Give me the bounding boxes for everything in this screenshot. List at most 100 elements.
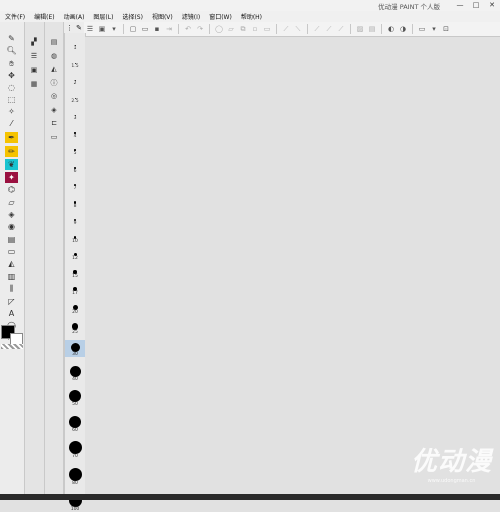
export-icon[interactable]: ⇥ [165, 24, 173, 34]
palette-icon[interactable]: ◑ [399, 24, 407, 34]
brush-size-item[interactable]: 15 [65, 267, 85, 279]
brush-size-item[interactable]: 2 [65, 74, 85, 86]
brush-size-item[interactable]: 25 [65, 320, 85, 335]
mode-icon[interactable]: ▣ [98, 24, 106, 34]
menu-view[interactable]: 视图(V) [147, 12, 177, 21]
gradient-fill-icon[interactable]: ▥ [5, 271, 18, 282]
airbrush-icon[interactable]: ✦ [5, 172, 18, 183]
brush-size-item[interactable]: 40 [65, 363, 85, 382]
brush-size-item[interactable]: 80 [65, 465, 85, 486]
brush-size-pen-icon[interactable]: ✎ [76, 24, 82, 32]
camera-icon[interactable]: ▭ [48, 132, 60, 142]
undo-icon[interactable]: ↶ [184, 24, 192, 34]
brush-size-item[interactable]: 20 [65, 302, 85, 315]
color-icon[interactable]: ◐ [387, 24, 395, 34]
frame-icon[interactable]: ⫼ [5, 283, 18, 294]
maximize-button[interactable]: □ [470, 1, 482, 9]
save-icon[interactable]: ▪ [153, 24, 161, 34]
settings-icon[interactable]: ⊡ [442, 24, 450, 34]
pen-icon[interactable]: ✒ [5, 132, 18, 143]
brush-tip-icon[interactable]: ▞ [28, 37, 40, 47]
pencil-icon[interactable]: ✏ [5, 146, 18, 157]
brush-size-item[interactable]: 7 [65, 179, 85, 191]
transparent-color[interactable] [1, 344, 23, 349]
transform-icon[interactable]: ⧉ [239, 24, 247, 34]
brush-size-item[interactable]: 3 [65, 109, 85, 121]
canvas-area[interactable]: 优动漫 www.udongman.cn [85, 37, 500, 494]
layer-mask-icon[interactable]: ▤ [48, 37, 60, 47]
move-icon[interactable]: ✥ [5, 70, 18, 81]
brush-size-item[interactable]: 12 [65, 249, 85, 261]
minimize-button[interactable]: — [454, 1, 466, 9]
eraser-icon[interactable]: ▱ [5, 197, 18, 208]
fill-icon[interactable]: ◉ [5, 221, 18, 232]
menu-filter[interactable]: 滤镜(I) [177, 12, 204, 21]
grid-icon[interactable]: ⟋ [313, 24, 321, 34]
frame-icon[interactable]: ▤ [368, 24, 376, 34]
close-button[interactable]: ✕ [486, 1, 498, 9]
layer-list-icon[interactable]: ☰ [28, 51, 40, 61]
stack-icon[interactable]: ◈ [48, 105, 60, 115]
brush-size-item[interactable]: 8 [65, 197, 85, 209]
eyedropper-icon[interactable]: ⁄ [5, 118, 18, 129]
ruler-icon[interactable]: ⟋ [282, 24, 290, 34]
magic-wand-icon[interactable]: ✧ [5, 106, 18, 117]
brush-size-item[interactable]: 17 [65, 284, 85, 296]
snap-icon[interactable]: ⟍ [294, 24, 302, 34]
brush-size-item[interactable]: 9 [65, 214, 85, 226]
menu-icon[interactable]: ☰ [86, 24, 94, 34]
grid-tool-icon[interactable]: ▦ [28, 79, 40, 89]
brush-size-item[interactable]: 70 [65, 438, 85, 459]
brush-size-item[interactable]: 1 [65, 39, 85, 51]
resize-icon[interactable]: ⊏ [48, 118, 60, 128]
menu-select[interactable]: 选择(S) [117, 12, 147, 21]
new-icon[interactable]: ▢ [129, 24, 137, 34]
redo-icon[interactable]: ↷ [196, 24, 204, 34]
pen-nib-icon[interactable]: ✎ [5, 33, 18, 44]
layer-icon[interactable]: ▨ [356, 24, 364, 34]
brush-size-item[interactable]: 50 [65, 387, 85, 407]
fill-tool-icon[interactable]: ◍ [48, 51, 60, 61]
brush-size-item[interactable]: 4 [65, 127, 85, 139]
toolbar-divider [178, 24, 179, 34]
brush-size-item[interactable]: 10 [65, 232, 85, 244]
crop-icon[interactable]: ▭ [263, 24, 271, 34]
perspective-icon[interactable]: ⟋ [337, 24, 345, 34]
menu-file[interactable]: 文件(F) [0, 12, 29, 21]
brush-size-item[interactable]: 2.5 [65, 92, 85, 104]
open-icon[interactable]: ▭ [141, 24, 149, 34]
blend-icon[interactable]: ◈ [5, 209, 18, 220]
hand-icon[interactable]: ✋︎ [5, 58, 18, 69]
text-icon[interactable]: A [5, 308, 18, 319]
menu-layer[interactable]: 图层(L) [88, 12, 117, 21]
fill-icon[interactable]: ▱ [227, 24, 235, 34]
brush-icon[interactable]: ❦ [5, 159, 18, 170]
decoration-icon[interactable]: ⌬ [5, 184, 18, 195]
info-icon[interactable]: ⓘ [48, 78, 60, 88]
screen-icon[interactable]: ▭ [418, 24, 426, 34]
figure-icon[interactable]: ◭ [48, 64, 60, 74]
layer-color-icon[interactable]: ◎ [48, 91, 60, 101]
menu-window[interactable]: 窗口(W) [204, 12, 236, 21]
clear-icon[interactable]: ◯ [215, 24, 223, 34]
marquee-icon[interactable]: ⬚ [5, 94, 18, 105]
screen-dropdown-icon[interactable]: ▾ [430, 24, 438, 34]
timeline-icon[interactable]: ⟋ [325, 24, 333, 34]
brush-size-item[interactable]: 5 [65, 144, 85, 156]
brush-size-item[interactable]: 6 [65, 162, 85, 174]
bucket-icon[interactable]: ◭ [5, 258, 18, 269]
lasso-icon[interactable]: ◌ [5, 82, 18, 93]
brush-size-item[interactable]: 1.5 [65, 57, 85, 69]
menu-edit[interactable]: 编辑(E) [29, 12, 58, 21]
menu-animation[interactable]: 动画(A) [59, 12, 89, 21]
ruler-tool-icon[interactable]: ◸ [5, 296, 18, 307]
gradient-icon[interactable]: ▤ [5, 234, 18, 245]
brush-size-item[interactable]: 30 [65, 340, 85, 357]
deselect-icon[interactable]: ▫ [251, 24, 259, 34]
image-icon[interactable]: ▣ [28, 65, 40, 75]
brush-size-item[interactable]: 60 [65, 413, 85, 433]
dropdown-icon[interactable]: ▾ [110, 24, 118, 34]
menu-help[interactable]: 帮助(H) [236, 12, 266, 21]
shape-icon[interactable]: ▭ [5, 246, 18, 257]
zoom-icon[interactable]: 🔍︎ [5, 45, 18, 56]
